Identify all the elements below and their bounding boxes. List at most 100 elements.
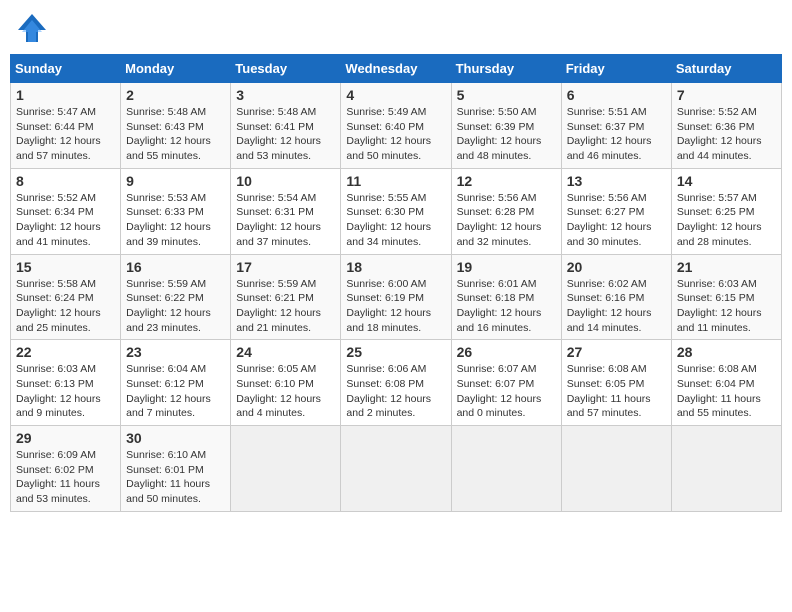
table-row: [671, 426, 781, 512]
day-number: 9: [126, 173, 225, 189]
day-number: 8: [16, 173, 115, 189]
day-number: 6: [567, 87, 666, 103]
day-number: 10: [236, 173, 335, 189]
table-row: 21 Sunrise: 6:03 AMSunset: 6:15 PMDayligh…: [671, 254, 781, 340]
table-row: 1 Sunrise: 5:47 AMSunset: 6:44 PMDaylight…: [11, 83, 121, 169]
table-row: 13 Sunrise: 5:56 AMSunset: 6:27 PMDayligh…: [561, 168, 671, 254]
table-row: [561, 426, 671, 512]
day-number: 23: [126, 344, 225, 360]
day-info: Sunrise: 5:59 AMSunset: 6:22 PMDaylight:…: [126, 277, 225, 336]
day-number: 16: [126, 259, 225, 275]
table-row: 11Sunrise: 5:55 AMSunset: 6:30 PMDayligh…: [341, 168, 451, 254]
day-number: 4: [346, 87, 445, 103]
table-row: 26 Sunrise: 6:07 AMSunset: 6:07 PMDayligh…: [451, 340, 561, 426]
day-info: Sunrise: 5:49 AMSunset: 6:40 PMDaylight:…: [346, 105, 445, 164]
header-tuesday: Tuesday: [231, 55, 341, 83]
calendar-week-5: 29 Sunrise: 6:09 AMSunset: 6:02 PMDayligh…: [11, 426, 782, 512]
day-number: 12: [457, 173, 556, 189]
day-number: 5: [457, 87, 556, 103]
day-number: 1: [16, 87, 115, 103]
day-number: 28: [677, 344, 776, 360]
day-info: Sunrise: 6:08 AMSunset: 6:05 PMDaylight:…: [567, 362, 666, 421]
day-info: Sunrise: 5:54 AMSunset: 6:31 PMDaylight:…: [236, 191, 335, 250]
day-number: 21: [677, 259, 776, 275]
day-info: Sunrise: 6:05 AMSunset: 6:10 PMDaylight:…: [236, 362, 335, 421]
table-row: 28 Sunrise: 6:08 AMSunset: 6:04 PMDayligh…: [671, 340, 781, 426]
day-number: 29: [16, 430, 115, 446]
header-sunday: Sunday: [11, 55, 121, 83]
header-monday: Monday: [121, 55, 231, 83]
day-info: Sunrise: 5:56 AMSunset: 6:27 PMDaylight:…: [567, 191, 666, 250]
day-info: Sunrise: 6:02 AMSunset: 6:16 PMDaylight:…: [567, 277, 666, 336]
day-number: 25: [346, 344, 445, 360]
day-info: Sunrise: 6:03 AMSunset: 6:13 PMDaylight:…: [16, 362, 115, 421]
day-info: Sunrise: 5:47 AMSunset: 6:44 PMDaylight:…: [16, 105, 115, 164]
day-info: Sunrise: 6:08 AMSunset: 6:04 PMDaylight:…: [677, 362, 776, 421]
day-info: Sunrise: 5:57 AMSunset: 6:25 PMDaylight:…: [677, 191, 776, 250]
calendar-week-1: 1 Sunrise: 5:47 AMSunset: 6:44 PMDaylight…: [11, 83, 782, 169]
day-info: Sunrise: 5:56 AMSunset: 6:28 PMDaylight:…: [457, 191, 556, 250]
table-row: 29 Sunrise: 6:09 AMSunset: 6:02 PMDayligh…: [11, 426, 121, 512]
day-info: Sunrise: 5:52 AMSunset: 6:34 PMDaylight:…: [16, 191, 115, 250]
table-row: 16 Sunrise: 5:59 AMSunset: 6:22 PMDayligh…: [121, 254, 231, 340]
table-row: 24 Sunrise: 6:05 AMSunset: 6:10 PMDayligh…: [231, 340, 341, 426]
day-info: Sunrise: 5:58 AMSunset: 6:24 PMDaylight:…: [16, 277, 115, 336]
day-info: Sunrise: 5:48 AMSunset: 6:43 PMDaylight:…: [126, 105, 225, 164]
table-row: 27 Sunrise: 6:08 AMSunset: 6:05 PMDayligh…: [561, 340, 671, 426]
day-number: 3: [236, 87, 335, 103]
table-row: 20 Sunrise: 6:02 AMSunset: 6:16 PMDayligh…: [561, 254, 671, 340]
day-info: Sunrise: 5:55 AMSunset: 6:30 PMDaylight:…: [346, 191, 445, 250]
day-number: 13: [567, 173, 666, 189]
day-number: 14: [677, 173, 776, 189]
calendar-week-2: 8 Sunrise: 5:52 AMSunset: 6:34 PMDaylight…: [11, 168, 782, 254]
header-thursday: Thursday: [451, 55, 561, 83]
table-row: 30Sunrise: 6:10 AMSunset: 6:01 PMDayligh…: [121, 426, 231, 512]
day-info: Sunrise: 6:04 AMSunset: 6:12 PMDaylight:…: [126, 362, 225, 421]
day-number: 27: [567, 344, 666, 360]
day-number: 22: [16, 344, 115, 360]
table-row: 7Sunrise: 5:52 AMSunset: 6:36 PMDaylight…: [671, 83, 781, 169]
table-row: 5 Sunrise: 5:50 AMSunset: 6:39 PMDaylight…: [451, 83, 561, 169]
day-number: 2: [126, 87, 225, 103]
day-number: 26: [457, 344, 556, 360]
header-wednesday: Wednesday: [341, 55, 451, 83]
logo-icon: [14, 10, 50, 46]
table-row: 8 Sunrise: 5:52 AMSunset: 6:34 PMDaylight…: [11, 168, 121, 254]
page-header: [10, 10, 782, 46]
table-row: 9 Sunrise: 5:53 AMSunset: 6:33 PMDaylight…: [121, 168, 231, 254]
table-row: 19 Sunrise: 6:01 AMSunset: 6:18 PMDayligh…: [451, 254, 561, 340]
day-info: Sunrise: 5:51 AMSunset: 6:37 PMDaylight:…: [567, 105, 666, 164]
table-row: 6 Sunrise: 5:51 AMSunset: 6:37 PMDaylight…: [561, 83, 671, 169]
table-row: 10 Sunrise: 5:54 AMSunset: 6:31 PMDayligh…: [231, 168, 341, 254]
logo: [14, 10, 54, 46]
header-friday: Friday: [561, 55, 671, 83]
day-info: Sunrise: 5:53 AMSunset: 6:33 PMDaylight:…: [126, 191, 225, 250]
day-info: Sunrise: 6:07 AMSunset: 6:07 PMDaylight:…: [457, 362, 556, 421]
calendar-table: Sunday Monday Tuesday Wednesday Thursday…: [10, 54, 782, 512]
day-info: Sunrise: 5:48 AMSunset: 6:41 PMDaylight:…: [236, 105, 335, 164]
day-number: 19: [457, 259, 556, 275]
day-number: 7: [677, 87, 776, 103]
day-info: Sunrise: 5:59 AMSunset: 6:21 PMDaylight:…: [236, 277, 335, 336]
day-info: Sunrise: 6:00 AMSunset: 6:19 PMDaylight:…: [346, 277, 445, 336]
table-row: [341, 426, 451, 512]
table-row: 17 Sunrise: 5:59 AMSunset: 6:21 PMDayligh…: [231, 254, 341, 340]
day-number: 20: [567, 259, 666, 275]
day-number: 17: [236, 259, 335, 275]
day-info: Sunrise: 6:09 AMSunset: 6:02 PMDaylight:…: [16, 448, 115, 507]
day-number: 18: [346, 259, 445, 275]
table-row: 14 Sunrise: 5:57 AMSunset: 6:25 PMDayligh…: [671, 168, 781, 254]
day-number: 24: [236, 344, 335, 360]
calendar-body: 1 Sunrise: 5:47 AMSunset: 6:44 PMDaylight…: [11, 83, 782, 512]
table-row: 25Sunrise: 6:06 AMSunset: 6:08 PMDayligh…: [341, 340, 451, 426]
table-row: 22 Sunrise: 6:03 AMSunset: 6:13 PMDayligh…: [11, 340, 121, 426]
calendar-week-3: 15Sunrise: 5:58 AMSunset: 6:24 PMDayligh…: [11, 254, 782, 340]
day-number: 30: [126, 430, 225, 446]
day-info: Sunrise: 6:01 AMSunset: 6:18 PMDaylight:…: [457, 277, 556, 336]
calendar-header: Sunday Monday Tuesday Wednesday Thursday…: [11, 55, 782, 83]
header-saturday: Saturday: [671, 55, 781, 83]
day-info: Sunrise: 6:03 AMSunset: 6:15 PMDaylight:…: [677, 277, 776, 336]
table-row: 2 Sunrise: 5:48 AMSunset: 6:43 PMDaylight…: [121, 83, 231, 169]
table-row: 23 Sunrise: 6:04 AMSunset: 6:12 PMDayligh…: [121, 340, 231, 426]
day-info: Sunrise: 5:50 AMSunset: 6:39 PMDaylight:…: [457, 105, 556, 164]
